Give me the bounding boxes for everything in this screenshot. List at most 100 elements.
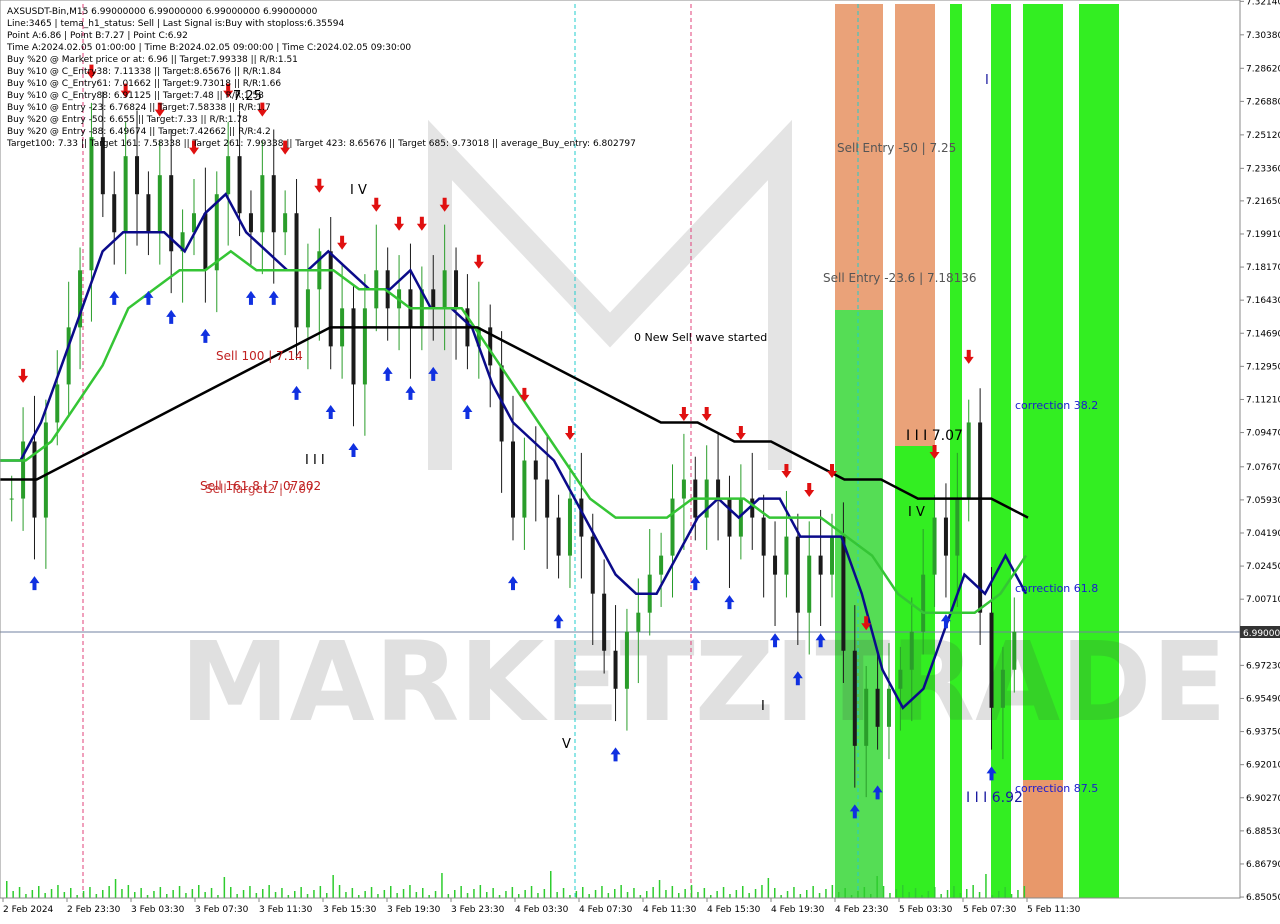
volume-bar xyxy=(370,887,373,898)
info-line: Buy %10 @ Entry -23: 6.76824 || Target:7… xyxy=(7,103,271,113)
volume-bar xyxy=(274,892,277,898)
volume-bar xyxy=(18,887,21,898)
volume-bar xyxy=(946,890,949,898)
volume-bar xyxy=(831,885,834,898)
candle-body xyxy=(909,631,914,670)
candle-body xyxy=(921,574,926,632)
volume-bar xyxy=(678,893,680,898)
candle-body xyxy=(636,612,641,632)
candle-body xyxy=(351,308,356,385)
wave-iii-707-label: I I I 7.07 xyxy=(906,428,963,444)
y-tick-label: 7.26880 xyxy=(1246,97,1280,107)
volume-bar xyxy=(63,892,66,898)
y-tick-label: 6.92010 xyxy=(1246,761,1280,771)
candle-body xyxy=(203,213,208,271)
candle-body xyxy=(590,536,595,594)
volume-bar xyxy=(300,887,302,898)
candle-body xyxy=(670,498,675,556)
volume-bar xyxy=(262,889,264,898)
candle-body xyxy=(511,441,515,518)
candle-body xyxy=(727,498,732,537)
volume-bar xyxy=(38,886,40,898)
x-tick-label: 5 Feb 11:30 xyxy=(1027,905,1081,915)
volume-bar xyxy=(799,894,802,898)
volume-bar xyxy=(863,887,866,898)
volume-bar xyxy=(82,891,85,898)
volume-bar xyxy=(409,885,411,898)
volume-bar xyxy=(1004,887,1006,898)
candle-body xyxy=(21,441,26,499)
candle-body xyxy=(237,156,242,214)
y-tick-label: 7.19910 xyxy=(1246,230,1280,240)
info-line: AXSUSDT-Bin,M15 6.99000000 6.99000000 6.… xyxy=(7,7,318,17)
volume-bar xyxy=(70,888,72,898)
volume-bar xyxy=(281,888,283,898)
price-chart: MARKETZITRADE Sell Entry -50 | 7.25 Sell… xyxy=(0,0,1280,920)
x-tick-label: 3 Feb 19:30 xyxy=(387,905,441,915)
candle-body xyxy=(898,669,903,689)
candle-body xyxy=(955,498,960,556)
x-tick-label: 3 Feb 15:30 xyxy=(323,905,377,915)
candle-body xyxy=(226,156,231,195)
info-line: Buy %10 @ C_Entry88: 6.91125 || Target:7… xyxy=(7,91,264,101)
volume-bar xyxy=(959,893,962,898)
volume-bar xyxy=(530,886,533,898)
volume-bar xyxy=(742,886,744,898)
volume-bar xyxy=(703,888,706,898)
y-tick-label: 7.00710 xyxy=(1246,595,1280,605)
volume-bar xyxy=(966,889,968,898)
volume-bar xyxy=(761,885,763,898)
volume-bar xyxy=(889,893,891,898)
volume-bar xyxy=(767,878,770,898)
volume-bar xyxy=(594,890,597,898)
volume-bar xyxy=(972,885,974,898)
volume-bar xyxy=(153,891,155,898)
volume-bar xyxy=(441,873,443,898)
volume-bar xyxy=(44,893,46,898)
y-tick-label: 7.12950 xyxy=(1246,362,1280,372)
volume-bar xyxy=(313,890,315,898)
volume-bar xyxy=(934,887,936,898)
volume-bar xyxy=(415,892,418,898)
volume-bar xyxy=(1017,890,1019,898)
candle-body xyxy=(750,498,755,518)
correction-618-label: correction 61.8 xyxy=(1015,582,1098,595)
green-zone-3 xyxy=(950,4,962,898)
volume-bar xyxy=(31,890,34,898)
info-line: Target100: 7.33 || Target 161: 7.58338 |… xyxy=(6,139,636,149)
volume-bar xyxy=(242,890,245,898)
candle-body xyxy=(9,498,14,500)
info-line: Time A:2024.02.05 01:00:00 | Time B:2024… xyxy=(6,43,411,53)
volume-bar xyxy=(690,885,693,898)
volume-bar xyxy=(473,889,475,898)
candle-body xyxy=(864,688,869,746)
volume-bar xyxy=(748,893,750,898)
candle-body xyxy=(135,156,140,195)
volume-bar xyxy=(614,889,616,898)
y-tick-label: 6.86790 xyxy=(1246,860,1280,870)
volume-bar xyxy=(198,885,200,898)
y-tick-label: 7.25120 xyxy=(1246,131,1280,141)
candle-body xyxy=(943,517,948,556)
volume-bar xyxy=(268,885,270,898)
candle-body xyxy=(978,422,983,613)
y-tick-label: 7.11210 xyxy=(1246,395,1280,405)
candle-body xyxy=(442,270,447,309)
y-tick-label: 7.28620 xyxy=(1246,64,1280,74)
volume-bar xyxy=(716,891,718,898)
volume-bar xyxy=(818,893,821,898)
volume-bar xyxy=(722,887,725,898)
volume-bar xyxy=(895,889,898,898)
volume-bar xyxy=(50,889,53,898)
volume-bar xyxy=(6,881,8,898)
correction-382-label: correction 38.2 xyxy=(1015,399,1098,412)
candle-body xyxy=(761,517,766,556)
volume-bar xyxy=(364,891,366,898)
volume-bar xyxy=(447,894,450,898)
volume-bar xyxy=(588,894,590,898)
candle-body xyxy=(431,289,436,309)
volume-bar xyxy=(665,890,667,898)
volume-bar xyxy=(338,885,341,898)
y-tick-label: 7.16430 xyxy=(1246,296,1280,306)
volume-bar xyxy=(774,888,776,898)
